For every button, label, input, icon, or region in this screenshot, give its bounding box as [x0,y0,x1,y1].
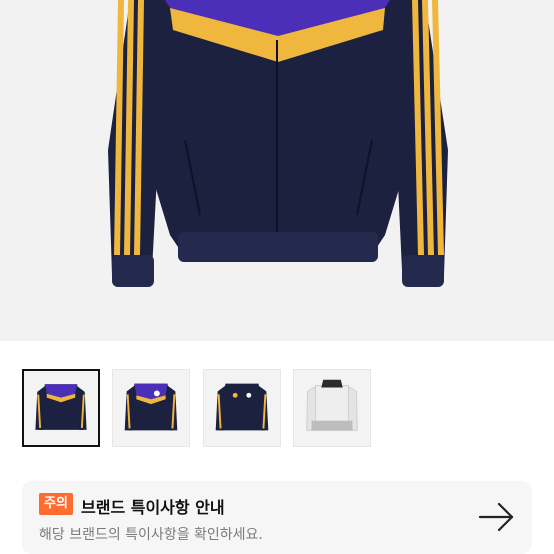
thumbnail-3[interactable] [203,369,281,447]
thumbnail-1[interactable] [22,369,100,447]
jacket-thumb-icon [124,383,178,431]
thumbnail-4[interactable] [293,369,371,447]
jacket-thumb-icon [35,384,87,430]
product-hero-image[interactable] [0,0,554,341]
jacket-thumb-icon [215,383,269,431]
product-thumbnail-strip [22,369,532,448]
jacket-illustration [108,0,448,287]
caution-badge: 주의 [39,493,73,515]
jacket-thumb-icon [306,379,358,431]
arrow-right-icon[interactable] [478,501,516,533]
notice-subtitle: 해당 브랜드의 특이사항을 확인하세요. [39,527,263,543]
thumbnail-2[interactable] [112,369,190,447]
brand-notice-card[interactable]: 주의 브랜드 특이사항 안내 해당 브랜드의 특이사항을 확인하세요. [22,481,532,554]
notice-title: 브랜드 특이사항 안내 [81,498,225,517]
